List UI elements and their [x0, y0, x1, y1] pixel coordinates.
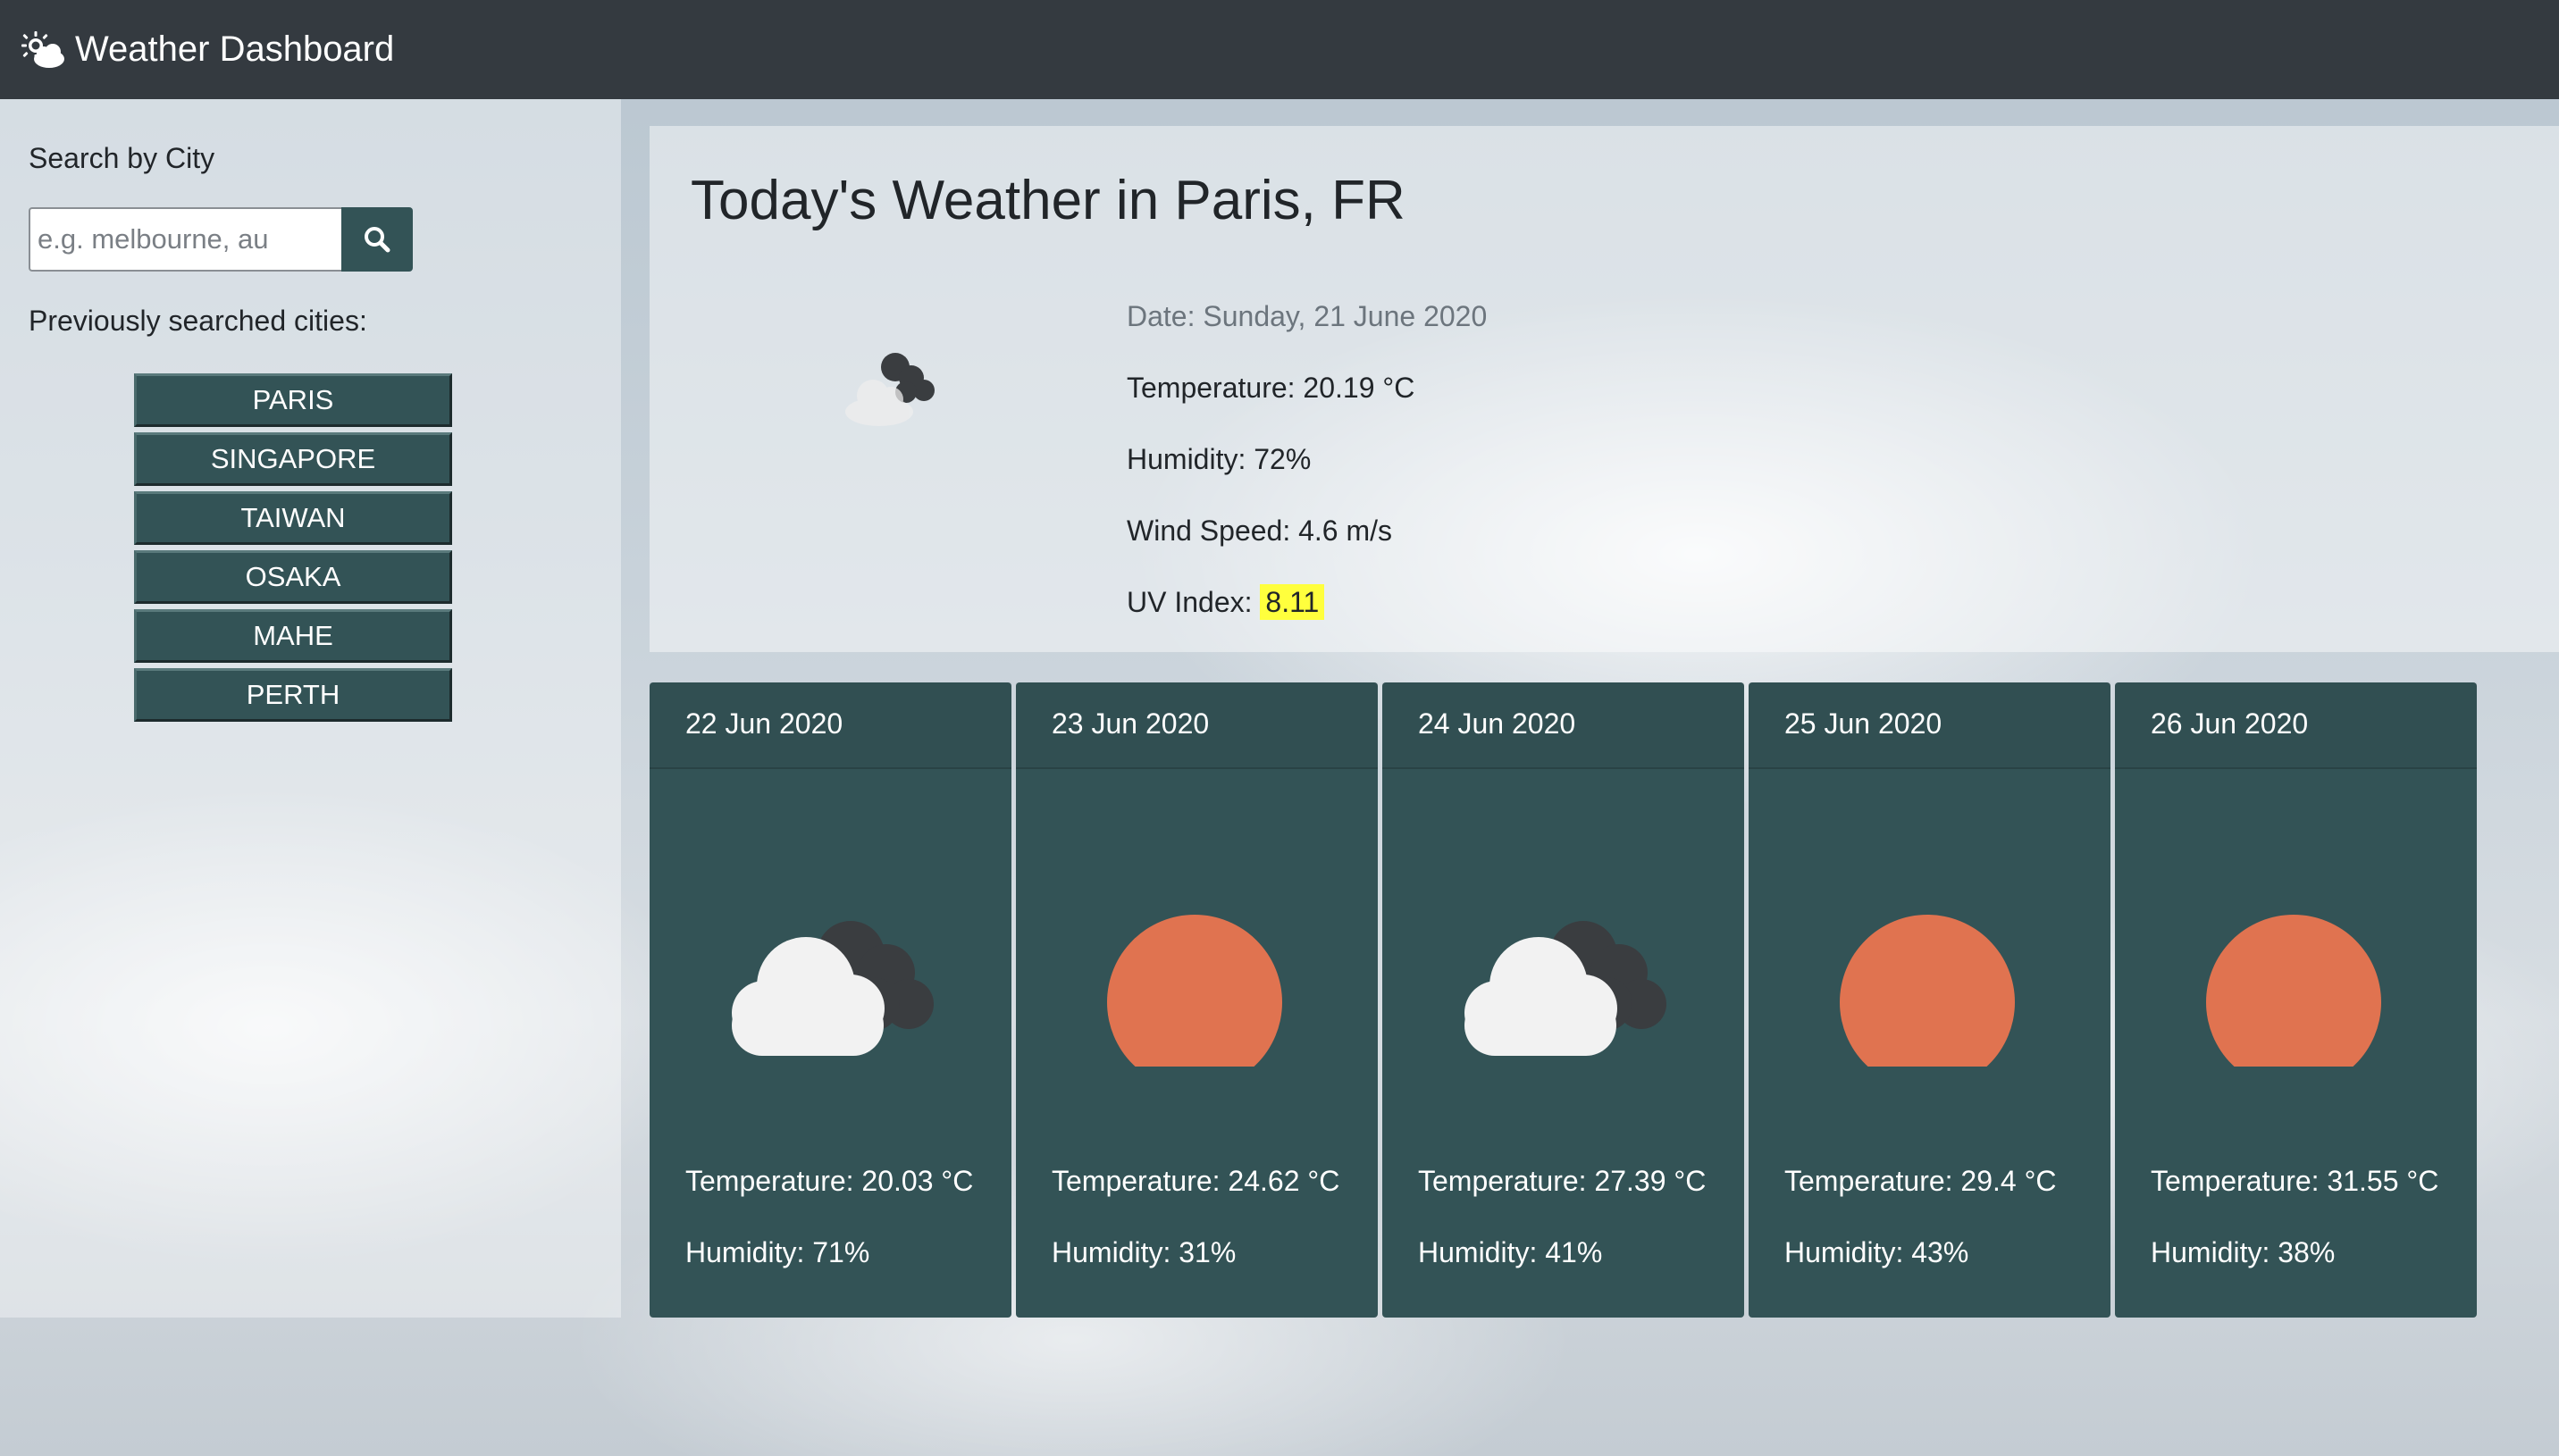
- history-city-button[interactable]: Singapore: [134, 432, 452, 486]
- sidebar: Search by City Previously searched citie…: [0, 99, 621, 1318]
- history-city-button[interactable]: Paris: [134, 373, 452, 427]
- forecast-temperature: Temperature: 29.4 °C: [1784, 1165, 2057, 1197]
- forecast-humidity: Humidity: 38%: [2151, 1236, 2336, 1268]
- city-search-input[interactable]: [29, 207, 341, 272]
- forecast-humidity: Humidity: 71%: [685, 1236, 870, 1268]
- forecast-card: 23 Jun 2020 Temperature: 24.62 °C Humidi…: [1016, 682, 1378, 1318]
- current-weather-panel: Today's Weather in Paris, FR Date: Sunda…: [650, 126, 2559, 652]
- uv-index-label: UV Index:: [1127, 586, 1253, 618]
- forecast-humidity: Humidity: 43%: [1784, 1236, 1969, 1268]
- current-temperature: Temperature: 20.19 °C: [1127, 372, 1415, 404]
- forecast-temperature: Temperature: 31.55 °C: [2151, 1165, 2439, 1197]
- clear-sky-sun-icon: [2206, 915, 2381, 1067]
- forecast-temperature: Temperature: 20.03 °C: [685, 1165, 974, 1197]
- search-label: Search by City: [29, 142, 215, 174]
- forecast-temperature: Temperature: 24.62 °C: [1052, 1165, 1340, 1197]
- history-city-button[interactable]: Taiwan: [134, 491, 452, 545]
- history-city-button[interactable]: Perth: [134, 668, 452, 722]
- search-button[interactable]: [341, 207, 413, 272]
- current-humidity: Humidity: 72%: [1127, 443, 1312, 475]
- forecast-humidity: Humidity: 31%: [1052, 1236, 1237, 1268]
- forecast-card: 25 Jun 2020 Temperature: 29.4 °C Humidit…: [1749, 682, 2110, 1318]
- current-uv-index: UV Index: 8.11: [1127, 582, 1487, 653]
- forecast-date: 25 Jun 2020: [1749, 682, 2110, 769]
- clear-sky-sun-icon: [1840, 915, 2015, 1067]
- forecast-humidity: Humidity: 41%: [1418, 1236, 1603, 1268]
- broken-clouds-icon: [1464, 921, 1666, 1056]
- uv-index-badge: 8.11: [1260, 584, 1325, 620]
- forecast-card: 26 Jun 2020 Temperature: 31.55 °C Humidi…: [2115, 682, 2477, 1318]
- current-date: Date: Sunday, 21 June 2020: [1127, 300, 1488, 332]
- history-list: Paris Singapore Taiwan Osaka Mahe Perth: [134, 373, 452, 727]
- navbar: Weather Dashboard: [0, 0, 2559, 99]
- forecast-date: 23 Jun 2020: [1016, 682, 1378, 769]
- app-title[interactable]: Weather Dashboard: [75, 29, 394, 70]
- clear-sky-sun-icon: [1107, 915, 1282, 1067]
- history-city-button[interactable]: Osaka: [134, 550, 452, 604]
- forecast-date: 26 Jun 2020: [2115, 682, 2477, 769]
- forecast-date: 24 Jun 2020: [1382, 682, 1744, 769]
- current-weather-title: Today's Weather in Paris, FR: [691, 170, 1405, 231]
- forecast-row: 22 Jun 2020 Temperature: 20.03 °C Humidi…: [650, 682, 2477, 1318]
- forecast-date: 22 Jun 2020: [650, 682, 1011, 769]
- forecast-card: 24 Jun 2020 Temperature: 27.39 °C Humidi…: [1382, 682, 1744, 1318]
- forecast-temperature: Temperature: 27.39 °C: [1418, 1165, 1707, 1197]
- current-weather-details: Date: Sunday, 21 June 2020 Temperature: …: [1127, 296, 1487, 653]
- cloud-sun-icon: [21, 30, 64, 68]
- broken-clouds-icon: [732, 921, 934, 1056]
- history-city-button[interactable]: Mahe: [134, 609, 452, 663]
- history-label: Previously searched cities:: [29, 305, 367, 337]
- current-wind-speed: Wind Speed: 4.6 m/s: [1127, 515, 1393, 547]
- forecast-card: 22 Jun 2020 Temperature: 20.03 °C Humidi…: [650, 682, 1011, 1318]
- broken-clouds-icon: [845, 353, 935, 426]
- search-icon: [365, 227, 390, 253]
